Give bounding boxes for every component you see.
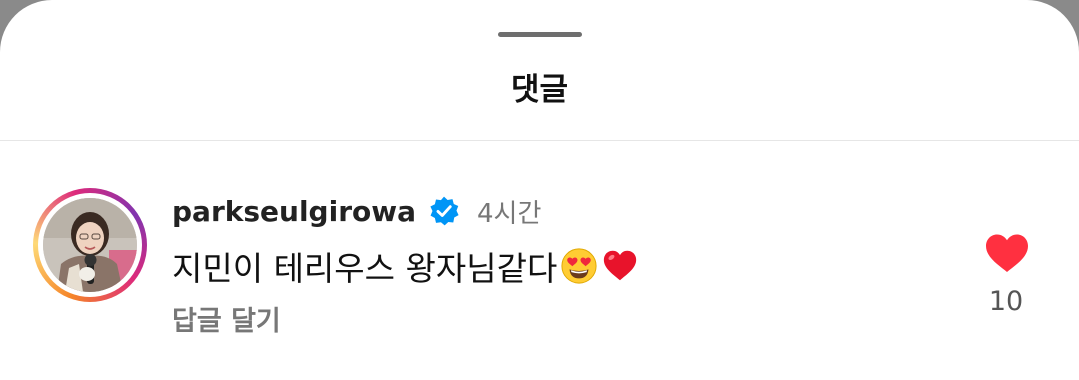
reply-button[interactable]: 답글 달기 [172, 299, 281, 338]
avatar-photo [43, 198, 137, 292]
verified-badge-icon [430, 196, 459, 226]
sheet-drag-handle[interactable] [498, 32, 582, 37]
comment-username[interactable]: parkseulgirowa [172, 195, 416, 228]
comment-header: parkseulgirowa 4시간 [172, 193, 541, 229]
avatar-story-ring[interactable] [33, 188, 147, 302]
heart-eyes-emoji-icon [561, 248, 597, 284]
header-divider [0, 140, 1079, 141]
comment-body: 지민이 테리우스 왕자님같다 [172, 245, 639, 288]
avatar[interactable] [43, 198, 137, 292]
comments-sheet: 댓글 parkseulgirowa 4시간 지민이 테리우스 왕자님같다 답글 … [0, 0, 1079, 380]
sheet-title: 댓글 [510, 72, 569, 108]
comment-text: 지민이 테리우스 왕자님같다 [172, 249, 558, 288]
like-heart-icon[interactable] [984, 232, 1030, 274]
red-heart-emoji-icon [604, 250, 637, 281]
comment-timestamp: 4시간 [477, 198, 542, 229]
like-count: 10 [988, 286, 1024, 317]
